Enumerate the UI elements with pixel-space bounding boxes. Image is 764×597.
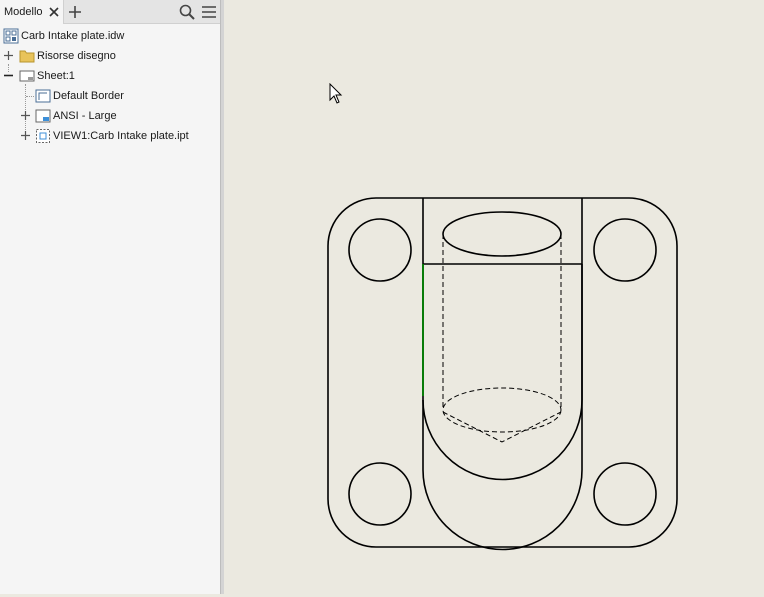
tree-item-document[interactable]: Carb Intake plate.idw bbox=[0, 27, 220, 45]
sheet-icon bbox=[19, 68, 35, 84]
tree-item-sheet[interactable]: Sheet:1 bbox=[0, 67, 220, 85]
drawing-canvas[interactable] bbox=[224, 0, 764, 594]
tree-item-label: Risorse disegno bbox=[37, 50, 116, 62]
browser-tab-bar: Modello bbox=[0, 0, 220, 24]
tree-item-resources[interactable]: Risorse disegno bbox=[0, 47, 220, 65]
bore-ellipse bbox=[442, 211, 562, 257]
tree-item-label: Carb Intake plate.idw bbox=[21, 30, 125, 42]
bolt-hole bbox=[348, 218, 412, 282]
collapse-icon[interactable] bbox=[4, 71, 13, 80]
model-browser-panel: Modello Carb Intake plate.idw Risorse di… bbox=[0, 0, 220, 594]
border-icon bbox=[35, 88, 51, 104]
plate-outline bbox=[327, 197, 678, 548]
close-icon[interactable] bbox=[48, 6, 60, 18]
drawing-view-icon bbox=[35, 128, 51, 144]
hidden-ellipse bbox=[442, 387, 562, 433]
bolt-hole bbox=[593, 462, 657, 526]
tree-item-label: Default Border bbox=[53, 90, 124, 102]
title-block-icon bbox=[35, 108, 51, 124]
plus-icon[interactable] bbox=[68, 5, 82, 19]
search-icon[interactable] bbox=[179, 4, 195, 20]
tree-item-border[interactable]: Default Border bbox=[0, 87, 220, 105]
mouse-cursor-icon bbox=[329, 82, 343, 105]
outer-channel bbox=[422, 198, 583, 551]
tree-item-label: ANSI - Large bbox=[53, 110, 117, 122]
tree-item-title-block[interactable]: ANSI - Large bbox=[0, 107, 220, 125]
folder-icon bbox=[19, 48, 35, 64]
expand-icon[interactable] bbox=[21, 131, 30, 140]
tab-modello-label: Modello bbox=[4, 6, 43, 18]
expand-icon[interactable] bbox=[21, 111, 30, 120]
hidden-cone bbox=[442, 411, 562, 443]
drawing-document-icon bbox=[3, 28, 19, 44]
tree-item-label: VIEW1:Carb Intake plate.ipt bbox=[53, 130, 189, 142]
tree-item-label: Sheet:1 bbox=[37, 70, 75, 82]
bolt-hole bbox=[348, 462, 412, 526]
tree-item-view[interactable]: VIEW1:Carb Intake plate.ipt bbox=[0, 127, 220, 145]
tab-modello[interactable]: Modello bbox=[0, 0, 64, 24]
inner-channel bbox=[422, 264, 583, 481]
hamburger-menu-icon[interactable] bbox=[201, 4, 217, 20]
drawing-view[interactable] bbox=[224, 0, 764, 594]
bolt-hole bbox=[593, 218, 657, 282]
expand-icon[interactable] bbox=[4, 51, 13, 60]
